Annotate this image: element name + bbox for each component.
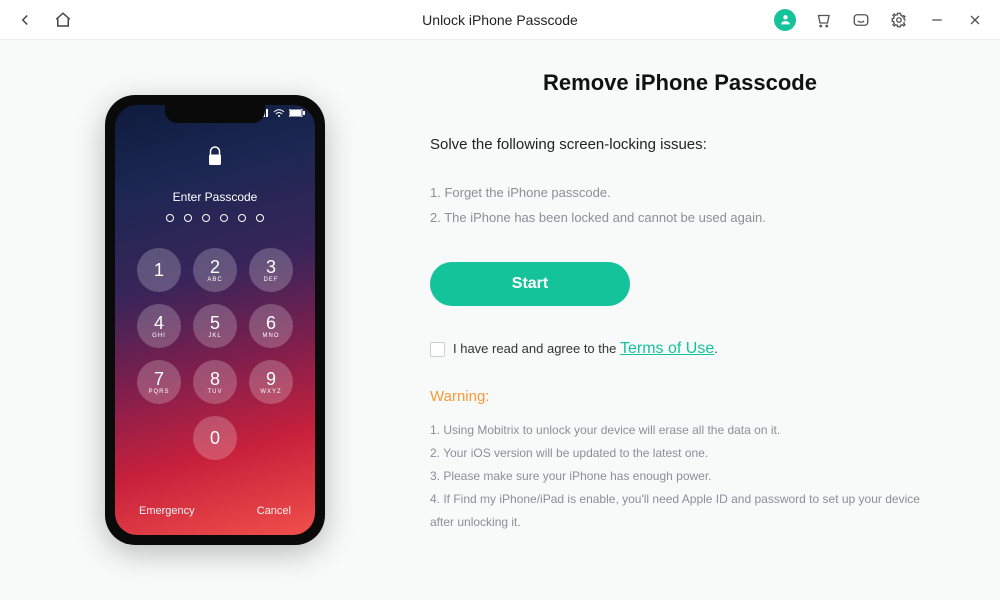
terms-link[interactable]: Terms of Use [620, 340, 714, 357]
battery-icon [289, 109, 305, 117]
page-title: Remove iPhone Passcode [430, 70, 930, 96]
key-9: 9WXYZ [249, 360, 293, 404]
issues-list: 1. Forget the iPhone passcode. 2. The iP… [430, 181, 930, 230]
back-icon[interactable] [14, 9, 36, 31]
enter-passcode-label: Enter Passcode [173, 190, 258, 204]
key-5: 5JKL [193, 304, 237, 348]
key-3: 3DEF [249, 248, 293, 292]
wifi-icon [273, 109, 285, 117]
passcode-dot [184, 214, 192, 222]
phone-screen: Enter Passcode 1 2ABC 3DEF 4GHI 5JKL 6MN… [115, 105, 315, 535]
main-content: Enter Passcode 1 2ABC 3DEF 4GHI 5JKL 6MN… [0, 40, 1000, 600]
issue-item: 1. Forget the iPhone passcode. [430, 181, 930, 206]
warning-item: 1. Using Mobitrix to unlock your device … [430, 419, 930, 442]
issue-item: 2. The iPhone has been locked and cannot… [430, 206, 930, 231]
agree-checkbox[interactable] [430, 342, 445, 357]
lock-icon [206, 145, 224, 172]
key-2: 2ABC [193, 248, 237, 292]
start-button[interactable]: Start [430, 262, 630, 306]
key-6: 6MNO [249, 304, 293, 348]
info-pane: Remove iPhone Passcode Solve the followi… [430, 40, 1000, 600]
window-title: Unlock iPhone Passcode [422, 12, 578, 28]
warning-item: 3. Please make sure your iPhone has enou… [430, 465, 930, 488]
warning-item: 4. If Find my iPhone/iPad is enable, you… [430, 488, 930, 534]
phone-cancel: Cancel [257, 505, 291, 517]
key-0: 0 [193, 416, 237, 460]
user-icon[interactable] [774, 9, 796, 31]
passcode-dot [238, 214, 246, 222]
key-4: 4GHI [137, 304, 181, 348]
agree-row: I have read and agree to the Terms of Us… [430, 340, 930, 358]
cart-icon[interactable] [812, 9, 834, 31]
passcode-dot [166, 214, 174, 222]
phone-mockup: Enter Passcode 1 2ABC 3DEF 4GHI 5JKL 6MN… [105, 95, 325, 545]
subheading: Solve the following screen-locking issue… [430, 136, 930, 153]
phone-emergency: Emergency [139, 505, 195, 517]
titlebar: Unlock iPhone Passcode [0, 0, 1000, 40]
warning-item: 2. Your iOS version will be updated to t… [430, 442, 930, 465]
illustration-pane: Enter Passcode 1 2ABC 3DEF 4GHI 5JKL 6MN… [0, 40, 430, 600]
home-icon[interactable] [52, 9, 74, 31]
feedback-icon[interactable] [850, 9, 872, 31]
minimize-icon[interactable] [926, 9, 948, 31]
passcode-dot [202, 214, 210, 222]
start-button-label: Start [512, 275, 548, 293]
close-icon[interactable] [964, 9, 986, 31]
passcode-dot [220, 214, 228, 222]
passcode-dots [166, 214, 264, 222]
phone-notch [165, 105, 265, 123]
key-8: 8TUV [193, 360, 237, 404]
key-1: 1 [137, 248, 181, 292]
warning-label: Warning: [430, 388, 930, 405]
key-7: 7PQRS [137, 360, 181, 404]
agree-prefix: I have read and agree to the [453, 341, 620, 356]
gear-icon[interactable] [888, 9, 910, 31]
phone-keypad: 1 2ABC 3DEF 4GHI 5JKL 6MNO 7PQRS 8TUV 9W… [137, 248, 293, 460]
warning-list: 1. Using Mobitrix to unlock your device … [430, 419, 930, 533]
agree-suffix: . [714, 341, 718, 356]
passcode-dot [256, 214, 264, 222]
